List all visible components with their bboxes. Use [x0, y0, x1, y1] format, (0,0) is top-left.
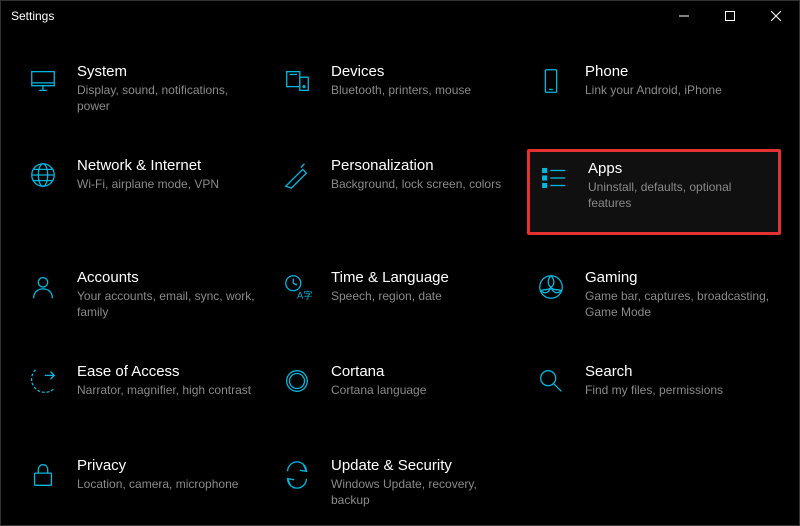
tile-accounts[interactable]: Accounts Your accounts, email, sync, wor… [19, 261, 273, 333]
tile-title: Network & Internet [77, 157, 219, 175]
window-title: Settings [11, 9, 54, 23]
tile-time-language[interactable]: A字 Time & Language Speech, region, date [273, 261, 527, 333]
tile-subtitle: Location, camera, microphone [77, 477, 238, 493]
tile-network[interactable]: Network & Internet Wi-Fi, airplane mode,… [19, 149, 273, 235]
gaming-icon [531, 265, 571, 305]
tile-subtitle: Speech, region, date [331, 289, 449, 305]
tile-title: Time & Language [331, 269, 449, 287]
tile-subtitle: Uninstall, defaults, optional features [588, 180, 772, 211]
tile-update-security[interactable]: Update & Security Windows Update, recove… [273, 449, 527, 521]
tile-title: Accounts [77, 269, 262, 287]
personalization-icon [277, 153, 317, 193]
update-security-icon [277, 453, 317, 493]
tile-title: Search [585, 363, 723, 381]
tile-title: Personalization [331, 157, 501, 175]
system-icon [23, 59, 63, 99]
tile-subtitle: Find my files, permissions [585, 383, 723, 399]
tile-subtitle: Wi-Fi, airplane mode, VPN [77, 177, 219, 193]
tile-subtitle: Cortana language [331, 383, 426, 399]
titlebar: Settings [1, 1, 799, 31]
tile-subtitle: Narrator, magnifier, high contrast [77, 383, 251, 399]
tile-subtitle: Game bar, captures, broadcasting, Game M… [585, 289, 770, 320]
tile-title: Phone [585, 63, 722, 81]
window-controls [661, 1, 799, 31]
cortana-icon [277, 359, 317, 399]
tile-title: Apps [588, 160, 772, 178]
tile-subtitle: Your accounts, email, sync, work, family [77, 289, 262, 320]
tile-cortana[interactable]: Cortana Cortana language [273, 355, 527, 427]
tile-system[interactable]: System Display, sound, notifications, po… [19, 55, 273, 127]
tile-devices[interactable]: Devices Bluetooth, printers, mouse [273, 55, 527, 127]
tile-title: Cortana [331, 363, 426, 381]
tile-ease-of-access[interactable]: Ease of Access Narrator, magnifier, high… [19, 355, 273, 427]
tile-phone[interactable]: Phone Link your Android, iPhone [527, 55, 781, 127]
close-button[interactable] [753, 1, 799, 31]
tile-title: Gaming [585, 269, 770, 287]
minimize-button[interactable] [661, 1, 707, 31]
svg-text:A字: A字 [297, 289, 312, 300]
tile-title: Update & Security [331, 457, 516, 475]
network-icon [23, 153, 63, 193]
tile-gaming[interactable]: Gaming Game bar, captures, broadcasting,… [527, 261, 781, 333]
settings-home-grid: System Display, sound, notifications, po… [1, 31, 799, 526]
tile-subtitle: Display, sound, notifications, power [77, 83, 262, 114]
tile-subtitle: Background, lock screen, colors [331, 177, 501, 193]
search-icon [531, 359, 571, 399]
tile-apps[interactable]: Apps Uninstall, defaults, optional featu… [527, 149, 781, 235]
tile-title: Privacy [77, 457, 238, 475]
tile-privacy[interactable]: Privacy Location, camera, microphone [19, 449, 273, 521]
phone-icon [531, 59, 571, 99]
privacy-icon [23, 453, 63, 493]
tile-subtitle: Windows Update, recovery, backup [331, 477, 516, 508]
ease-of-access-icon [23, 359, 63, 399]
time-language-icon: A字 [277, 265, 317, 305]
apps-icon [534, 156, 574, 196]
tile-subtitle: Link your Android, iPhone [585, 83, 722, 99]
tile-title: Devices [331, 63, 471, 81]
tile-personalization[interactable]: Personalization Background, lock screen,… [273, 149, 527, 235]
tile-title: Ease of Access [77, 363, 251, 381]
devices-icon [277, 59, 317, 99]
tile-search[interactable]: Search Find my files, permissions [527, 355, 781, 427]
tile-title: System [77, 63, 262, 81]
accounts-icon [23, 265, 63, 305]
tile-subtitle: Bluetooth, printers, mouse [331, 83, 471, 99]
maximize-button[interactable] [707, 1, 753, 31]
settings-window: Settings System Display, sound, notifi [0, 0, 800, 526]
